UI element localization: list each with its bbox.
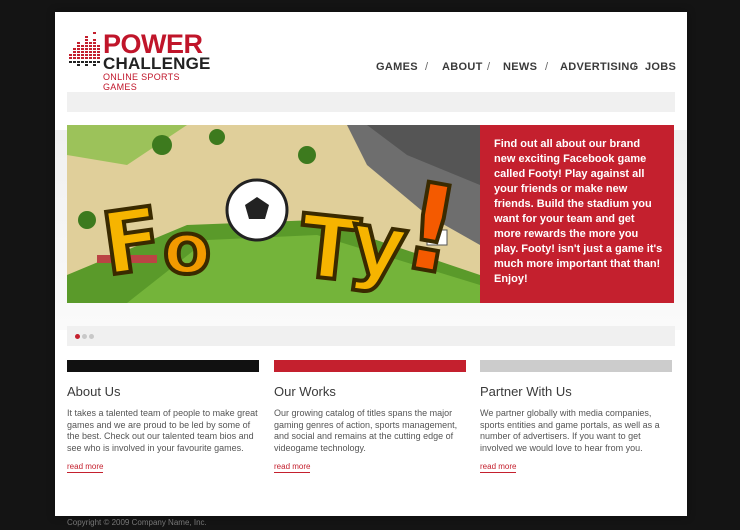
column-title: Our Works [274, 384, 336, 399]
logo-tagline: ONLINE SPORTS GAMES [103, 72, 180, 92]
nav-advertising[interactable]: ADVERTISING [560, 60, 638, 74]
column-stripe [480, 360, 672, 372]
hero-description: Find out all about our brand new excitin… [480, 125, 674, 303]
column-body: Our growing catalog of titles spans the … [274, 408, 458, 453]
nav-jobs[interactable]: JOBS [645, 60, 676, 74]
page-container: POWER CHALLENGE ONLINE SPORTS GAMES GAME… [55, 12, 687, 516]
hero-slider: F T y o ! Find out all about our brand n… [67, 125, 674, 303]
nav-games[interactable]: GAMES [376, 60, 418, 74]
slide-dot-3[interactable] [89, 334, 94, 339]
nav-separator: / [425, 61, 429, 73]
nav-about[interactable]: ABOUT [442, 60, 483, 74]
column-body: It takes a talented team of people to ma… [67, 408, 258, 453]
read-more-link[interactable]: read more [480, 462, 517, 473]
slide-dot-1[interactable] [75, 334, 80, 339]
nav-separator: / [633, 61, 637, 73]
nav-separator: / [545, 61, 549, 73]
nav-news[interactable]: NEWS [503, 60, 537, 74]
read-more-link[interactable]: read more [274, 462, 311, 473]
partner-with-us-column: Partner With Us We partner globally with… [480, 360, 672, 474]
main-nav: GAMES / ABOUT / NEWS / ADVERTISING / JOB… [55, 60, 687, 74]
slider-pagination [67, 326, 675, 346]
column-title: About Us [67, 384, 121, 399]
footy-game-banner[interactable]: F T y o ! [67, 125, 480, 303]
about-us-column: About Us It takes a talented team of peo… [67, 360, 259, 474]
footer-copyright: Copyright © 2009 Company Name, Inc. [67, 518, 207, 527]
our-works-column: Our Works Our growing catalog of titles … [274, 360, 466, 474]
nav-separator: / [487, 61, 491, 73]
column-title: Partner With Us [480, 384, 572, 399]
top-divider-bar [67, 92, 675, 112]
column-stripe [274, 360, 466, 372]
read-more-link[interactable]: read more [67, 462, 104, 473]
column-stripe [67, 360, 259, 372]
svg-text:o: o [163, 208, 211, 290]
column-body: We partner globally with media companies… [480, 408, 660, 453]
slide-dot-2[interactable] [82, 334, 87, 339]
